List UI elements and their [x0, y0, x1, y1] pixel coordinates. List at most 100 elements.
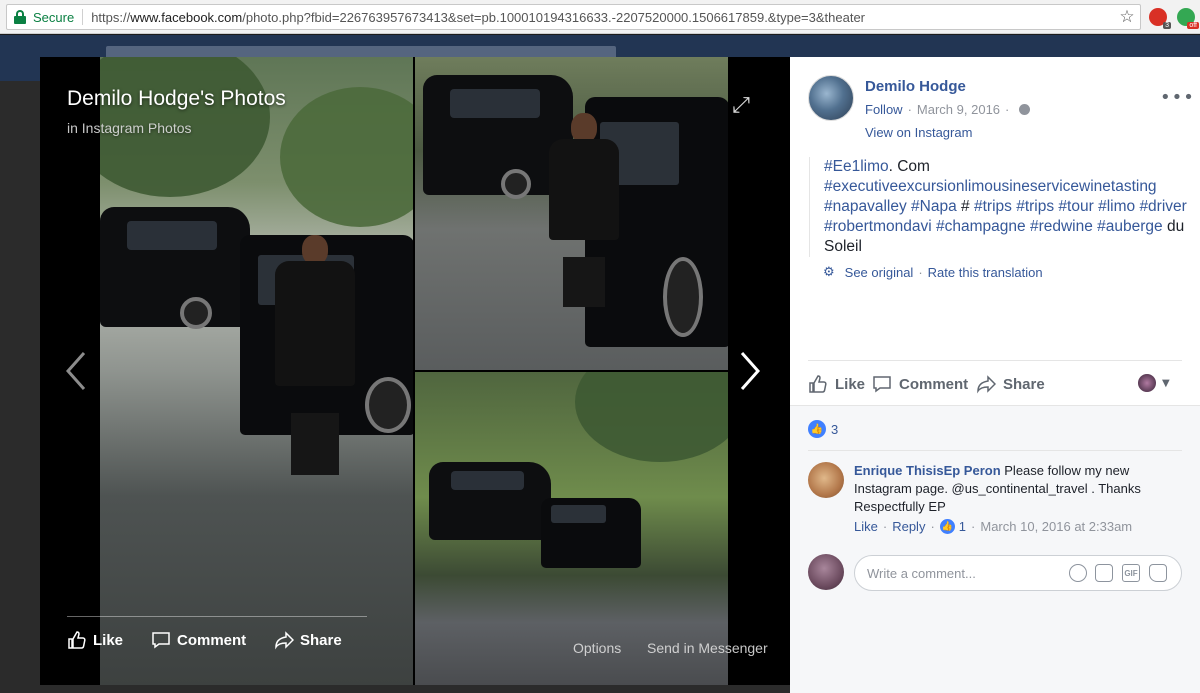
see-original-link[interactable]: See original — [845, 265, 914, 280]
comment-like-count[interactable]: 1 — [959, 519, 966, 534]
url-text[interactable]: https://www.facebook.com/photo.php?fbid=… — [91, 10, 865, 25]
hashtag-link[interactable]: #napavalley — [824, 198, 907, 215]
like-reaction-icon: 👍 — [939, 519, 955, 534]
comment-bubble-icon — [152, 632, 170, 649]
comment-meta-separator: · — [882, 519, 888, 534]
hashtag-link[interactable]: #robertmondavi — [824, 218, 932, 235]
post-share-button[interactable]: Share — [976, 372, 1045, 396]
emoji-icon[interactable] — [1069, 564, 1087, 582]
viewer-avatar — [808, 554, 844, 590]
post-text: #Ee1limo. Com #executiveexcursionlimousi… — [809, 157, 1189, 257]
person — [275, 235, 355, 475]
photo-theater: Demilo Hodge's Photos in Instagram Photo… — [40, 57, 790, 685]
reaction-count: 3 — [831, 421, 839, 437]
post-meta: Follow · March 9, 2016 · — [865, 102, 1031, 117]
van — [100, 207, 250, 327]
follow-button[interactable]: Follow — [865, 102, 903, 117]
meta-separator: · — [907, 102, 912, 117]
photo-share-label: Share — [300, 631, 342, 649]
thumbs-up-icon — [809, 375, 827, 393]
translation-bar: ⚙ See original · Rate this translation — [823, 265, 1043, 280]
fullscreen-expand-icon[interactable]: ⤢ — [728, 93, 754, 119]
send-in-messenger-link[interactable]: Send in Messenger — [647, 640, 768, 656]
tree — [280, 87, 413, 227]
hashtag-link[interactable]: #trips — [1016, 198, 1054, 215]
hashtag-link[interactable]: #Ee1limo — [824, 158, 889, 175]
gear-icon[interactable]: ⚙ — [823, 265, 835, 280]
meta-separator: · — [1005, 102, 1010, 117]
sticker-icon[interactable] — [1149, 564, 1167, 582]
photo-footer-divider — [67, 616, 367, 617]
rate-translation-link[interactable]: Rate this translation — [928, 265, 1043, 280]
previous-photo-arrow-icon[interactable] — [60, 347, 94, 395]
next-photo-arrow-icon[interactable] — [732, 347, 766, 395]
globe-icon[interactable] — [1019, 104, 1031, 115]
suv — [541, 498, 641, 568]
hashtag-link[interactable]: #tour — [1058, 198, 1093, 215]
url-separator — [82, 9, 84, 25]
wheel — [365, 377, 411, 433]
post-comment-button[interactable]: Comment — [872, 372, 968, 396]
actions-divider — [808, 360, 1182, 361]
url-host: www.facebook.com — [130, 9, 243, 25]
photo-options-link[interactable]: Options — [573, 640, 621, 656]
post-as-selector[interactable]: ▼ — [1138, 374, 1170, 392]
photo-album-title[interactable]: Demilo Hodge's Photos — [67, 87, 286, 111]
wheel — [501, 169, 531, 199]
hashtag-link[interactable]: #driver — [1139, 198, 1186, 215]
extension-icon[interactable]: off — [1177, 8, 1199, 29]
wheel — [663, 257, 703, 337]
secure-label: Secure — [33, 9, 75, 25]
bookmark-star-icon[interactable]: ☆ — [1118, 8, 1136, 26]
url-scheme: https:// — [91, 9, 131, 25]
van — [429, 462, 551, 540]
hashtag-link[interactable]: #trips — [974, 198, 1012, 215]
photo-collage[interactable] — [100, 57, 728, 685]
photo-comment-button[interactable]: Comment — [151, 628, 246, 652]
comment-timestamp[interactable]: March 10, 2016 at 2:33am — [980, 519, 1132, 534]
photo-tile-left — [100, 57, 413, 685]
person — [549, 113, 619, 307]
thumbs-up-icon — [68, 631, 86, 649]
tree — [575, 372, 728, 462]
hashtag-link[interactable]: #limo — [1098, 198, 1135, 215]
like-reaction-icon: 👍 — [808, 420, 826, 438]
hashtag-link[interactable]: #Napa — [911, 198, 957, 215]
comments-section: 👍 3 Enrique ThisisEp Peron Please follow… — [790, 405, 1200, 693]
post-details-panel: Demilo Hodge Follow · March 9, 2016 · Vi… — [790, 57, 1200, 693]
hashtag-link[interactable]: #auberge — [1097, 218, 1163, 235]
photo-share-button[interactable]: Share — [274, 628, 342, 652]
comment-bubble-icon — [873, 376, 891, 393]
photo-comment-label: Comment — [177, 631, 247, 649]
view-on-instagram-link[interactable]: View on Instagram — [865, 125, 972, 140]
wheel — [180, 297, 212, 329]
comment-meta-separator: · — [971, 519, 976, 534]
comment-like-link[interactable]: Like — [854, 519, 878, 534]
hashtag-link[interactable]: #redwine — [1030, 218, 1093, 235]
photo-like-label: Like — [93, 631, 124, 649]
more-options-icon[interactable]: ••• — [1160, 87, 1195, 108]
commenter-avatar[interactable] — [808, 462, 844, 498]
comment-reply-link[interactable]: Reply — [892, 519, 925, 534]
share-arrow-icon — [275, 631, 294, 650]
caret-down-icon: ▼ — [1162, 377, 1170, 389]
camera-icon[interactable] — [1095, 564, 1113, 582]
address-bar[interactable]: Secure https://www.facebook.com/photo.ph… — [6, 4, 1141, 30]
commenter-name[interactable]: Enrique ThisisEp Peron — [854, 463, 1001, 478]
photo-album-subtitle[interactable]: in Instagram Photos — [67, 120, 192, 136]
author-name[interactable]: Demilo Hodge — [865, 78, 966, 95]
author-avatar[interactable] — [808, 75, 854, 121]
reaction-summary[interactable]: 👍 3 — [808, 420, 838, 438]
post-share-label: Share — [1003, 375, 1045, 393]
gif-icon[interactable]: GIF — [1122, 564, 1140, 582]
post-like-button[interactable]: Like — [808, 372, 865, 396]
extension-icon[interactable]: 3 — [1149, 8, 1171, 29]
comment-body: Enrique ThisisEp Peron Please follow my … — [854, 462, 1174, 516]
url-path: /photo.php?fbid=226763957673413&set=pb.1… — [242, 9, 866, 25]
hashtag-link[interactable]: #champagne — [936, 218, 1026, 235]
post-comment-label: Comment — [899, 375, 969, 393]
hashtag-link[interactable]: #executiveexcursionlimousineservicewinet… — [824, 178, 1157, 195]
photo-like-button[interactable]: Like — [67, 628, 123, 652]
post-date[interactable]: March 9, 2016 — [917, 102, 1000, 117]
translation-separator: · — [918, 265, 923, 280]
